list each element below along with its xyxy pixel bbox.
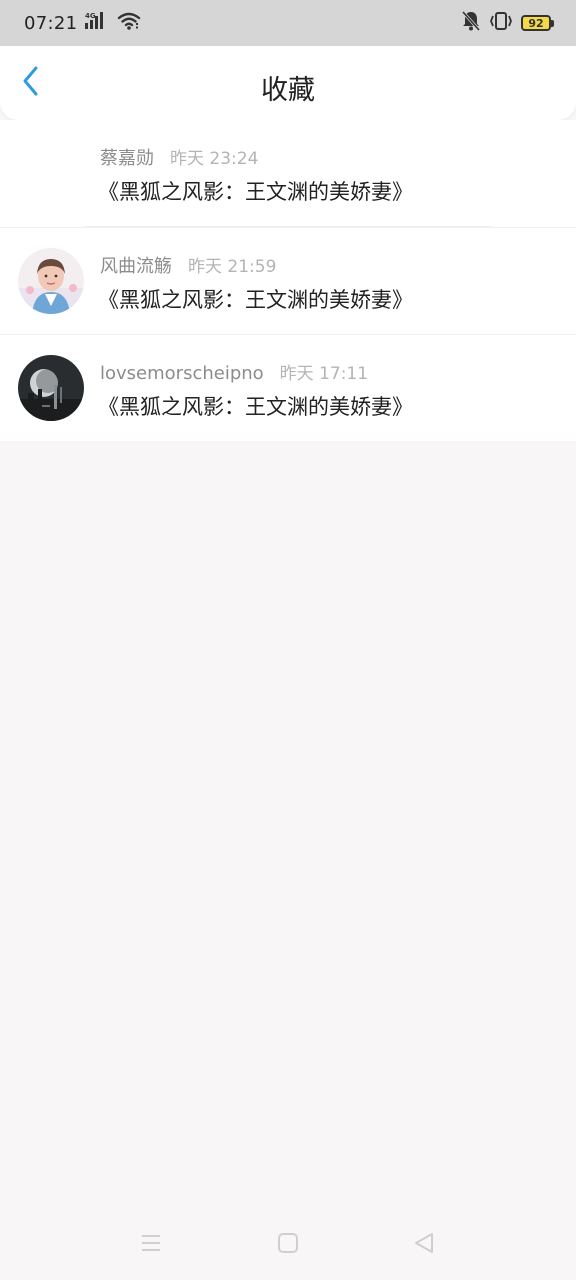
book-title[interactable]: 《黑狐之风影：王文渊的美娇妻》	[98, 176, 413, 206]
status-right: 92	[461, 10, 554, 36]
book-title[interactable]: 《黑狐之风影：王文渊的美娇妻》	[98, 284, 413, 314]
back-nav-button[interactable]	[411, 1232, 437, 1258]
home-square-icon	[277, 1232, 299, 1258]
header: 收藏	[0, 46, 576, 120]
author-name[interactable]: lovsemorscheipno	[100, 363, 264, 384]
battery-level: 92	[521, 15, 551, 31]
back-triangle-icon	[413, 1232, 435, 1258]
favorites-list: 蔡嘉勋 昨天 23:24 《黑狐之风影：王文渊的美娇妻》 风曲流觞 昨天 21:…	[0, 120, 576, 441]
list-item[interactable]: 蔡嘉勋 昨天 23:24 《黑狐之风影：王文渊的美娇妻》	[0, 120, 576, 227]
status-time: 07:21	[24, 12, 78, 34]
book-title[interactable]: 《黑狐之风影：王文渊的美娇妻》	[98, 391, 413, 421]
menu-icon	[140, 1233, 162, 1257]
item-meta: 风曲流觞 昨天 21:59	[100, 252, 276, 278]
system-nav-bar	[0, 1210, 576, 1280]
timestamp: 昨天 21:59	[188, 257, 277, 277]
list-item[interactable]: lovsemorscheipno 昨天 17:11 《黑狐之风影：王文渊的美娇妻…	[0, 334, 576, 441]
item-meta: 蔡嘉勋 昨天 23:24	[100, 144, 258, 170]
wifi-icon	[117, 11, 141, 35]
status-bar: 07:21 4G 92	[0, 0, 576, 46]
timestamp: 昨天 17:11	[279, 364, 369, 384]
list-item[interactable]: 风曲流觞 昨天 21:59 《黑狐之风影：王文渊的美娇妻》	[0, 227, 576, 334]
vibrate-icon	[489, 10, 513, 36]
status-left: 07:21 4G	[24, 11, 141, 35]
author-name[interactable]: 风曲流觞	[100, 252, 172, 278]
home-button[interactable]	[275, 1232, 301, 1258]
avatar[interactable]	[18, 248, 84, 314]
menu-button[interactable]	[138, 1232, 164, 1258]
signal-icon: 4G	[85, 11, 109, 35]
item-meta: lovsemorscheipno 昨天 17:11	[100, 359, 368, 384]
bell-muted-icon	[461, 10, 481, 36]
timestamp: 昨天 23:24	[170, 149, 259, 169]
network-label: 4G	[85, 12, 96, 20]
page-title: 收藏	[261, 75, 315, 106]
author-name[interactable]: 蔡嘉勋	[100, 144, 154, 170]
avatar[interactable]	[18, 355, 84, 421]
battery-icon: 92	[521, 15, 554, 31]
